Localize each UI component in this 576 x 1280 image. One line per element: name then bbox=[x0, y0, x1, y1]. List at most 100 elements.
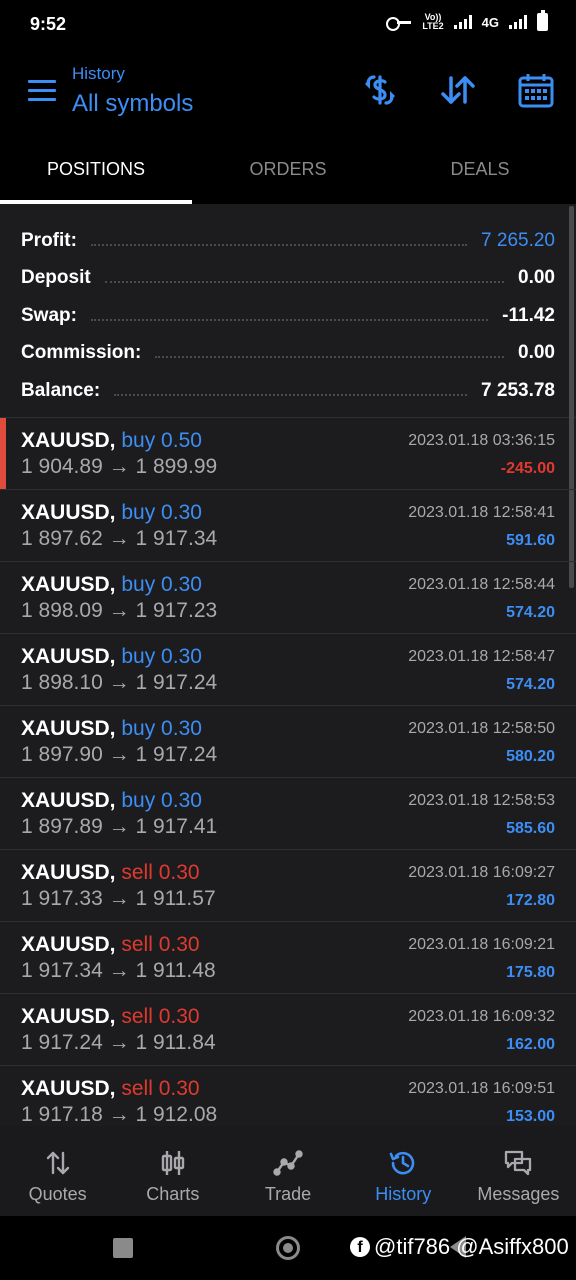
deal-prices: 1 904.89 → 1 899.99 bbox=[21, 455, 217, 479]
summary-value: -11.42 bbox=[502, 304, 555, 326]
close-price: 1 917.24 bbox=[135, 743, 218, 766]
signal-icon-2 bbox=[509, 15, 527, 29]
deal-side: buy 0.30 bbox=[121, 717, 202, 740]
deal-symbol: XAUUSD, sell 0.30 bbox=[21, 1005, 200, 1029]
account-summary: Profit: 7 265.20 Deposit 0.00 Swap: -11.… bbox=[0, 204, 576, 418]
arrow-icon: → bbox=[108, 671, 130, 694]
summary-label: Commission: bbox=[21, 342, 142, 364]
deal-side: sell 0.30 bbox=[121, 1005, 200, 1028]
summary-balance: Balance: 7 253.78 bbox=[21, 372, 555, 410]
deal-prices: 1 917.34 → 1 911.48 bbox=[21, 959, 216, 983]
deal-side: buy 0.30 bbox=[121, 645, 202, 668]
deal-side: sell 0.30 bbox=[121, 861, 200, 884]
deal-side: buy 0.30 bbox=[121, 501, 202, 524]
deal-symbol: XAUUSD, sell 0.30 bbox=[21, 1077, 200, 1101]
tab-positions[interactable]: POSITIONS bbox=[0, 138, 192, 204]
deal-row[interactable]: XAUUSD, sell 0.30 1 917.33 → 1 911.57 2023… bbox=[0, 850, 576, 922]
dot-leader bbox=[155, 356, 505, 359]
positions-list[interactable]: Profit: 7 265.20 Deposit 0.00 Swap: -11.… bbox=[0, 204, 576, 1126]
sort-icon[interactable] bbox=[438, 70, 478, 110]
close-price: 1 911.84 bbox=[135, 1031, 216, 1054]
arrow-icon: → bbox=[108, 959, 130, 982]
symbol-name: XAUUSD, bbox=[21, 645, 116, 668]
deal-profit: 162.00 bbox=[506, 1036, 555, 1053]
summary-commission: Commission: 0.00 bbox=[21, 335, 555, 373]
deal-row[interactable]: XAUUSD, buy 0.30 1 897.90 → 1 917.24 2023.… bbox=[0, 706, 576, 778]
nav-history[interactable]: History bbox=[346, 1126, 461, 1216]
deal-side: sell 0.30 bbox=[121, 1077, 200, 1100]
close-price: 1 917.23 bbox=[135, 599, 218, 622]
network-type: 4G bbox=[481, 14, 499, 30]
status-bar: 9:52 Vo)) LTE2 4G bbox=[0, 0, 576, 48]
deal-row[interactable]: XAUUSD, buy 0.30 1 897.89 → 1 917.41 2023.… bbox=[0, 778, 576, 850]
dot-leader bbox=[90, 318, 489, 321]
nav-label: History bbox=[375, 1184, 432, 1204]
deal-time: 2023.01.18 12:58:44 bbox=[408, 576, 555, 593]
status-time: 9:52 bbox=[30, 14, 67, 34]
deal-symbol: XAUUSD, buy 0.30 bbox=[21, 789, 202, 813]
currency-exchange-icon[interactable] bbox=[360, 70, 400, 110]
deal-profit: 591.60 bbox=[506, 532, 555, 549]
nav-trade[interactable]: Trade bbox=[230, 1126, 345, 1216]
deal-profit: 172.80 bbox=[506, 892, 555, 909]
menu-icon[interactable] bbox=[28, 80, 56, 102]
deal-symbol: XAUUSD, sell 0.30 bbox=[21, 933, 200, 957]
open-price: 1 898.10 bbox=[21, 671, 103, 694]
deal-row[interactable]: XAUUSD, buy 0.30 1 898.09 → 1 917.23 2023.… bbox=[0, 562, 576, 634]
open-price: 1 897.90 bbox=[21, 743, 103, 766]
nav-label: Quotes bbox=[28, 1184, 87, 1204]
deal-profit: 175.80 bbox=[506, 964, 555, 981]
arrow-icon: → bbox=[108, 743, 130, 766]
deal-time: 2023.01.18 16:09:27 bbox=[408, 864, 555, 881]
deal-row[interactable]: XAUUSD, sell 0.30 1 917.18 → 1 912.08 2023… bbox=[0, 1066, 576, 1126]
deal-symbol: XAUUSD, buy 0.30 bbox=[21, 573, 202, 597]
quotes-icon bbox=[43, 1148, 73, 1178]
deal-list: XAUUSD, buy 0.50 1 904.89 → 1 899.99 2023.… bbox=[0, 418, 576, 1126]
bottom-navigation: Quotes Charts Trade History Messages bbox=[0, 1126, 576, 1216]
nav-messages[interactable]: Messages bbox=[461, 1126, 576, 1216]
deal-row[interactable]: XAUUSD, sell 0.30 1 917.24 → 1 911.84 2023… bbox=[0, 994, 576, 1066]
tab-deals[interactable]: DEALS bbox=[384, 138, 576, 204]
deal-prices: 1 897.89 → 1 917.41 bbox=[21, 815, 217, 839]
close-price: 1 917.41 bbox=[135, 815, 218, 838]
deal-row[interactable]: XAUUSD, buy 0.50 1 904.89 → 1 899.99 2023.… bbox=[0, 418, 576, 490]
deal-row[interactable]: XAUUSD, buy 0.30 1 897.62 → 1 917.34 2023.… bbox=[0, 490, 576, 562]
deal-side: buy 0.30 bbox=[121, 573, 202, 596]
nav-charts[interactable]: Charts bbox=[115, 1126, 230, 1216]
deal-symbol: XAUUSD, buy 0.30 bbox=[21, 501, 202, 525]
close-price: 1 911.48 bbox=[135, 959, 216, 982]
deal-time: 2023.01.18 16:09:51 bbox=[408, 1080, 555, 1097]
symbol-name: XAUUSD, bbox=[21, 429, 116, 452]
deal-profit: 580.20 bbox=[506, 748, 555, 765]
summary-label: Balance: bbox=[21, 379, 101, 401]
history-tabs: POSITIONS ORDERS DEALS bbox=[0, 138, 576, 204]
summary-value: 0.00 bbox=[518, 267, 555, 289]
open-price: 1 904.89 bbox=[21, 455, 103, 478]
symbol-name: XAUUSD, bbox=[21, 717, 116, 740]
recents-icon[interactable] bbox=[113, 1238, 133, 1258]
tab-orders[interactable]: ORDERS bbox=[192, 138, 384, 204]
open-price: 1 898.09 bbox=[21, 599, 103, 622]
deal-prices: 1 898.10 → 1 917.24 bbox=[21, 671, 217, 695]
header-subtitle[interactable]: History bbox=[72, 64, 125, 84]
deal-row[interactable]: XAUUSD, sell 0.30 1 917.34 → 1 911.48 2023… bbox=[0, 922, 576, 994]
deal-profit: 574.20 bbox=[506, 676, 555, 693]
deal-row[interactable]: XAUUSD, buy 0.30 1 898.10 → 1 917.24 2023.… bbox=[0, 634, 576, 706]
close-price: 1 899.99 bbox=[135, 455, 218, 478]
close-price: 1 917.34 bbox=[135, 527, 218, 550]
deal-prices: 1 897.90 → 1 917.24 bbox=[21, 743, 217, 767]
nav-label: Trade bbox=[264, 1184, 312, 1204]
deal-prices: 1 898.09 → 1 917.23 bbox=[21, 599, 217, 623]
dot-leader bbox=[90, 243, 468, 246]
arrow-icon: → bbox=[108, 1031, 130, 1054]
deal-time: 2023.01.18 03:36:15 bbox=[408, 432, 555, 449]
symbol-filter[interactable]: All symbols bbox=[72, 90, 193, 118]
arrow-icon: → bbox=[108, 527, 130, 550]
deal-symbol: XAUUSD, buy 0.30 bbox=[21, 645, 202, 669]
home-icon[interactable] bbox=[276, 1236, 300, 1260]
deal-time: 2023.01.18 12:58:53 bbox=[408, 792, 555, 809]
watermark: f @tif786 @Asiffx800 bbox=[350, 1234, 569, 1260]
summary-value: 0.00 bbox=[518, 342, 555, 364]
calendar-icon[interactable] bbox=[516, 70, 556, 110]
nav-quotes[interactable]: Quotes bbox=[0, 1126, 115, 1216]
